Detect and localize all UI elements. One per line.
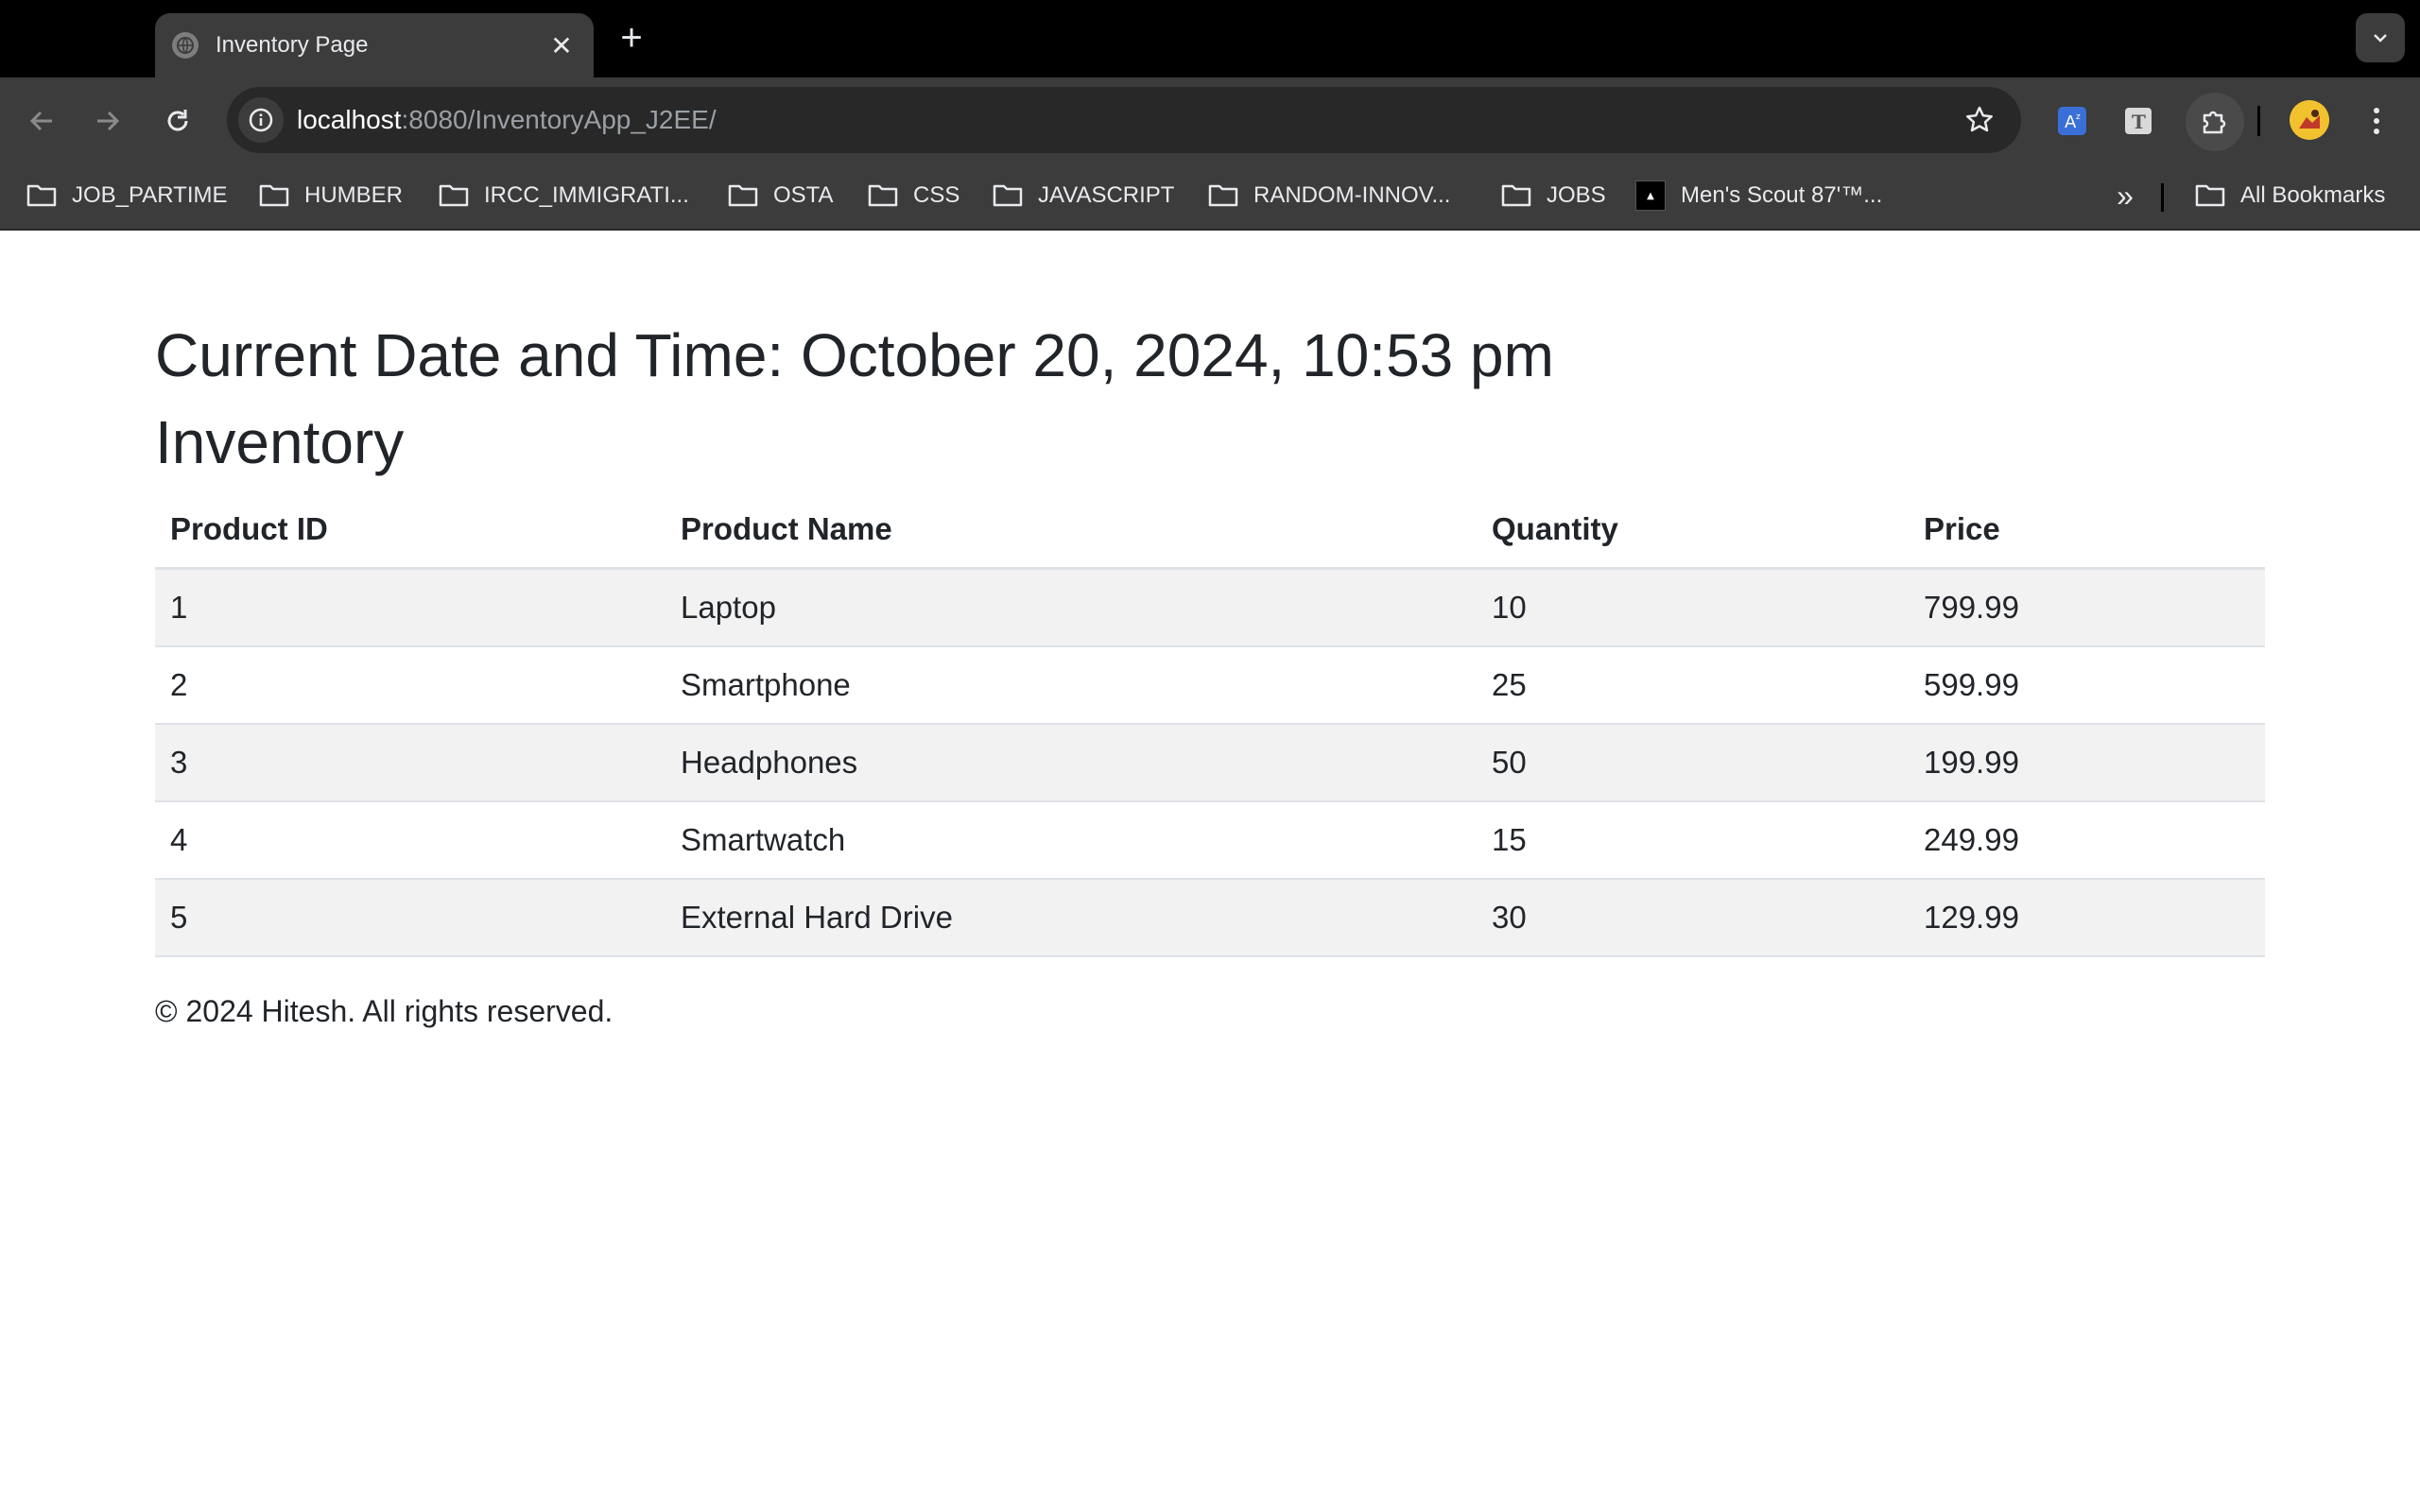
url-path: :8080/InventoryApp_J2EE/ — [401, 105, 717, 134]
bookmark-folder-job-partime[interactable]: JOB_PARTIME — [26, 163, 227, 229]
cell-product-id: 3 — [155, 724, 666, 802]
tab-strip: Inventory Page ✕ + — [0, 0, 2420, 77]
reload-icon[interactable] — [155, 98, 200, 144]
folder-icon — [26, 184, 57, 207]
bookmark-folder-random-innov[interactable]: RANDOM-INNOV... — [1208, 163, 1450, 229]
table-row: 4 Smartwatch 15 249.99 — [155, 801, 2265, 880]
cell-quantity: 10 — [1477, 568, 1909, 647]
cell-product-name: Laptop — [666, 568, 1477, 647]
cell-product-id: 5 — [155, 879, 666, 957]
header-product-id: Product ID — [155, 491, 666, 570]
all-bookmarks-folder[interactable]: All Bookmarks — [2195, 163, 2385, 229]
cell-quantity: 25 — [1477, 646, 1909, 725]
toolbar-divider — [2257, 106, 2260, 136]
site-info-icon[interactable] — [238, 97, 284, 143]
bookmark-label: OSTA — [773, 182, 834, 208]
cell-product-id: 4 — [155, 801, 666, 880]
folder-icon — [728, 184, 758, 207]
header-quantity: Quantity — [1477, 491, 1909, 570]
cell-product-name: Smartwatch — [666, 801, 1477, 880]
header-product-name: Product Name — [666, 491, 1477, 570]
bookmark-mens-scout[interactable]: ▲ Men's Scout 87'™... — [1635, 163, 1882, 229]
cell-product-name: Smartphone — [666, 646, 1477, 725]
site-favicon-icon: ▲ — [1635, 180, 1666, 211]
back-arrow-icon[interactable] — [19, 98, 64, 144]
profile-avatar[interactable] — [2290, 100, 2329, 140]
cell-product-name: Headphones — [666, 724, 1477, 802]
cell-quantity: 50 — [1477, 724, 1909, 802]
folder-icon — [259, 184, 289, 207]
bookmark-label: CSS — [913, 182, 960, 208]
extensions-puzzle-icon[interactable] — [2186, 93, 2244, 151]
table-row: 5 External Hard Drive 30 129.99 — [155, 879, 2265, 957]
bookmark-folder-osta[interactable]: OSTA — [728, 163, 834, 229]
address-bar[interactable]: localhost:8080/InventoryApp_J2EE/ — [227, 87, 2021, 153]
bookmark-folder-jobs[interactable]: JOBS — [1501, 163, 1606, 229]
folder-icon — [1501, 184, 1531, 207]
bookmark-label: All Bookmarks — [2240, 182, 2386, 208]
folder-icon — [2195, 184, 2225, 207]
cell-price: 129.99 — [1909, 879, 2265, 957]
folder-icon — [1208, 184, 1238, 207]
bookmark-label: JOBS — [1547, 182, 1606, 208]
bookmark-label: IRCC_IMMIGRATI... — [484, 182, 689, 208]
bookmark-label: Men's Scout 87'™... — [1681, 182, 1883, 208]
close-icon[interactable]: ✕ — [543, 26, 580, 64]
translate-extension-icon[interactable]: Az — [2049, 98, 2095, 144]
tab-inventory-page[interactable]: Inventory Page ✕ — [155, 13, 594, 77]
tab-search-chevron-icon[interactable] — [2356, 13, 2405, 62]
new-tab-plus-icon[interactable]: + — [613, 19, 650, 57]
cell-quantity: 30 — [1477, 879, 1909, 957]
cell-price: 199.99 — [1909, 724, 2265, 802]
folder-icon — [993, 184, 1023, 207]
bookmark-label: JOB_PARTIME — [72, 182, 228, 208]
globe-icon — [172, 32, 199, 59]
bookmark-folder-javascript[interactable]: JAVASCRIPT — [993, 163, 1174, 229]
folder-icon — [439, 184, 469, 207]
bookmarks-divider — [2161, 183, 2164, 212]
cell-quantity: 15 — [1477, 801, 1909, 880]
bookmark-label: RANDOM-INNOV... — [1253, 182, 1451, 208]
url-host: localhost — [297, 105, 402, 134]
more-vert-menu-icon[interactable] — [2354, 98, 2399, 144]
cell-product-id: 2 — [155, 646, 666, 725]
bookmark-folder-ircc[interactable]: IRCC_IMMIGRATI... — [439, 163, 689, 229]
bookmark-folder-humber[interactable]: HUMBER — [259, 163, 403, 229]
bookmarks-overflow-chevron-icon[interactable]: » — [2102, 174, 2148, 217]
url-text[interactable]: localhost:8080/InventoryApp_J2EE/ — [297, 87, 717, 153]
cell-price: 599.99 — [1909, 646, 2265, 725]
footer-copyright: © 2024 Hitesh. All rights reserved. — [155, 994, 614, 1028]
tab-title: Inventory Page — [216, 32, 369, 58]
cell-price: 799.99 — [1909, 568, 2265, 647]
browser-toolbar: localhost:8080/InventoryApp_J2EE/ Az T — [0, 77, 2420, 163]
svg-text:T: T — [2132, 111, 2146, 133]
bookmark-star-icon[interactable] — [1957, 97, 2002, 143]
cell-product-name: External Hard Drive — [666, 879, 1477, 957]
table-row: 1 Laptop 10 799.99 — [155, 568, 2265, 647]
folder-icon — [868, 184, 898, 207]
table-row: 2 Smartphone 25 599.99 — [155, 646, 2265, 725]
cell-product-id: 1 — [155, 568, 666, 647]
cell-price: 249.99 — [1909, 801, 2265, 880]
header-price: Price — [1909, 491, 2265, 570]
table-row: 3 Headphones 50 199.99 — [155, 724, 2265, 802]
inventory-table: Product ID Product Name Quantity Price 1… — [155, 491, 2265, 957]
datetime-heading: Current Date and Time: October 20, 2024,… — [155, 321, 1554, 389]
forward-arrow-icon[interactable] — [85, 98, 130, 144]
bookmark-folder-css[interactable]: CSS — [868, 163, 959, 229]
table-header-row: Product ID Product Name Quantity Price — [155, 491, 2265, 570]
bookmarks-bar: JOB_PARTIME HUMBER IRCC_IMMIGRATI... OST… — [0, 163, 2420, 231]
bookmark-label: HUMBER — [304, 182, 404, 208]
inventory-heading: Inventory — [155, 408, 405, 476]
font-extension-icon[interactable]: T — [2116, 98, 2161, 144]
svg-text:z: z — [2076, 112, 2081, 122]
bookmark-label: JAVASCRIPT — [1038, 182, 1175, 208]
